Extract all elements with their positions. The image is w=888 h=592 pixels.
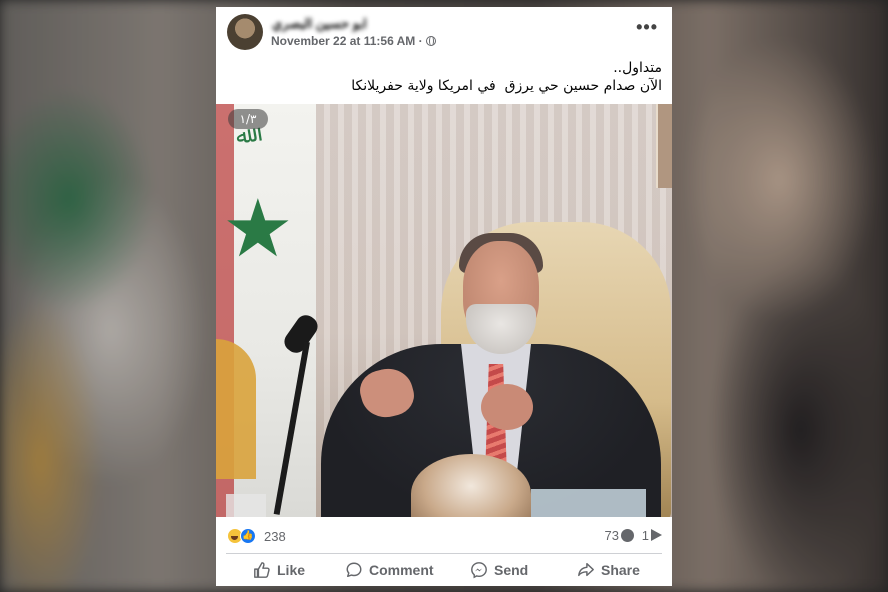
- more-icon[interactable]: •••: [636, 18, 658, 36]
- comment-label: Comment: [369, 562, 434, 578]
- table-glass-left: [226, 494, 266, 517]
- share-button[interactable]: Share: [577, 559, 640, 581]
- like-label: Like: [277, 562, 306, 578]
- share-arrow-icon: [651, 529, 662, 541]
- post-text-line-1: متداول..: [613, 60, 662, 76]
- comment-count[interactable]: 73: [605, 528, 634, 543]
- send-button[interactable]: Send: [470, 559, 528, 581]
- slide-counter: ١/٣: [228, 109, 268, 129]
- table-glass-right: [531, 489, 646, 517]
- send-label: Send: [494, 562, 529, 578]
- post-header: ابو حسين البصري November 22 at 11:56 AM …: [216, 7, 672, 57]
- like-icon: 👍: [240, 528, 256, 544]
- post-stats: 👍 238 73 1: [216, 525, 672, 547]
- post-timestamp[interactable]: November 22 at 11:56 AM ·: [271, 34, 436, 48]
- post-image[interactable]: ﷲ ★ ١/٣: [216, 104, 672, 517]
- share-label: Share: [601, 562, 640, 578]
- picture-frame: [656, 104, 672, 188]
- divider: [226, 553, 662, 554]
- share-count[interactable]: 1: [642, 528, 662, 543]
- person-right-hand: [481, 384, 533, 430]
- like-button-icon: [254, 562, 270, 578]
- facebook-post: ابو حسين البصري November 22 at 11:56 AM …: [216, 7, 672, 586]
- author-name[interactable]: ابو حسين البصري: [272, 16, 367, 32]
- share-count-value[interactable]: 1: [642, 528, 649, 543]
- comment-button-icon: [346, 562, 362, 578]
- comment-count-value[interactable]: 73: [605, 528, 619, 543]
- author-avatar[interactable]: [227, 14, 263, 50]
- comment-button[interactable]: Comment: [345, 559, 434, 581]
- post-text-line-2: الآن صدام حسين حي يرزق في امريكا ولاية ح…: [351, 78, 662, 94]
- like-button[interactable]: Like: [253, 559, 305, 581]
- messenger-icon: [471, 562, 487, 579]
- share-button-icon: [578, 562, 594, 577]
- post-text: متداول.. الآن صدام حسين حي يرزق في امريك…: [226, 59, 662, 95]
- reaction-icons[interactable]: 👍: [227, 528, 261, 544]
- iraqi-flag: ﷲ ★: [216, 104, 316, 517]
- reaction-count[interactable]: 238: [264, 529, 286, 544]
- flag-star-icon: ★: [222, 184, 294, 273]
- post-actions: Like Comment Send Share: [216, 555, 672, 586]
- timestamp-text[interactable]: November 22 at 11:56 AM ·: [271, 34, 423, 48]
- globe-icon: [425, 36, 436, 46]
- comment-bubble-icon: [621, 529, 634, 542]
